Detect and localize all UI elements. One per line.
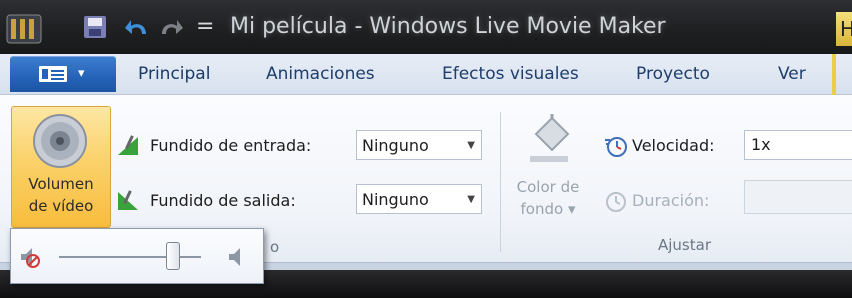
volume-icon[interactable] <box>225 245 251 269</box>
customize-qat-button[interactable]: = <box>196 14 214 40</box>
background-color-button[interactable]: Color de fondo ▾ <box>500 176 596 220</box>
ribbon-tab-row: ▾ Principal Animaciones Efectos visuales… <box>0 54 852 95</box>
volume-flyout <box>10 228 264 284</box>
tab-ver[interactable]: Ver <box>778 54 806 94</box>
fade-in-label: Fundido de entrada: <box>150 136 312 155</box>
fade-in-dropdown[interactable]: Ninguno ▼ <box>356 130 482 160</box>
fade-out-value: Ninguno <box>362 190 429 209</box>
save-icon[interactable] <box>82 14 108 40</box>
audio-group-label-partial: o <box>270 238 280 256</box>
tab-animaciones[interactable]: Animaciones <box>266 54 375 94</box>
tab-proyecto[interactable]: Proyecto <box>636 54 710 94</box>
duration-label: Duración: <box>632 191 710 210</box>
fade-out-label: Fundido de salida: <box>150 191 296 210</box>
chevron-down-icon: ▼ <box>467 194 475 205</box>
volume-slider-track[interactable] <box>59 256 201 258</box>
speed-dropdown[interactable]: 1x <box>744 130 852 160</box>
file-menu-icon <box>39 66 67 82</box>
video-volume-button[interactable]: Volumen de vídeo <box>11 106 111 228</box>
window-title: Mi película - Windows Live Movie Maker <box>230 14 666 39</box>
speed-label: Velocidad: <box>632 136 715 155</box>
fade-out-dropdown[interactable]: Ninguno ▼ <box>356 184 482 214</box>
help-tab-partial[interactable]: H <box>836 12 852 46</box>
tab-efectos-visuales[interactable]: Efectos visuales <box>442 54 579 94</box>
tab-principal[interactable]: Principal <box>138 54 210 94</box>
adjust-group-label: Ajustar <box>658 236 711 254</box>
speed-icon <box>605 137 627 157</box>
title-bar: = Mi película - Windows Live Movie Maker… <box>0 0 852 54</box>
mute-icon[interactable] <box>19 245 45 269</box>
fade-in-value: Ninguno <box>362 136 429 155</box>
redo-icon[interactable] <box>158 14 184 42</box>
undo-icon[interactable] <box>124 14 152 42</box>
duration-field[interactable] <box>744 180 852 214</box>
duration-icon <box>606 192 626 212</box>
chevron-down-icon: ▼ <box>467 140 475 151</box>
paint-bucket-icon[interactable] <box>522 112 576 166</box>
video-volume-label: Volumen de vídeo <box>28 175 94 215</box>
contextual-tab-edge <box>832 54 836 98</box>
chevron-down-icon: ▾ <box>78 66 85 81</box>
file-menu-button[interactable]: ▾ <box>10 56 116 92</box>
fade-out-icon <box>118 190 138 210</box>
film-app-icon[interactable] <box>6 14 42 44</box>
fade-in-icon <box>118 135 138 155</box>
speaker-icon <box>33 114 87 168</box>
volume-slider-thumb[interactable] <box>165 242 180 270</box>
